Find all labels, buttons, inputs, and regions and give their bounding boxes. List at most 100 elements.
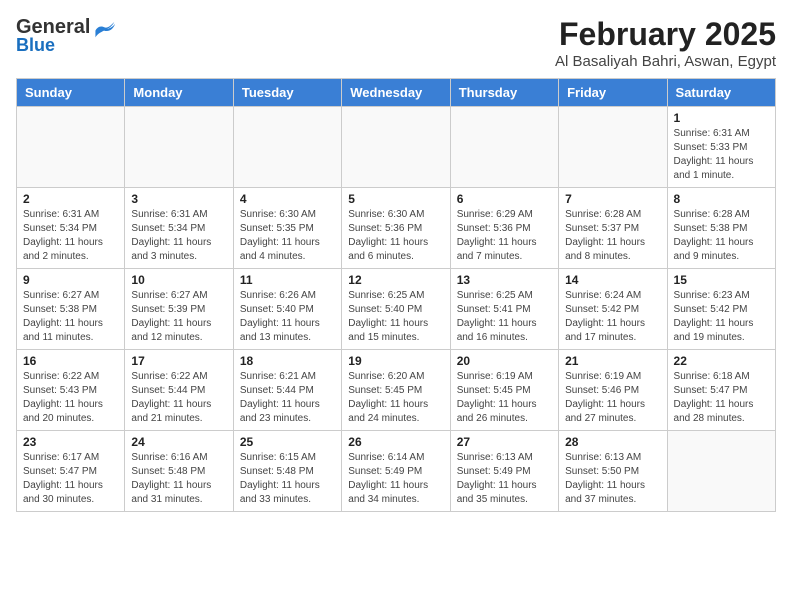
calendar-day-cell: 19 Sunrise: 6:20 AM Sunset: 5:45 PM Dayli… (342, 350, 450, 431)
calendar-week-row: 1 Sunrise: 6:31 AM Sunset: 5:33 PM Daylig… (17, 107, 776, 188)
day-info: Sunrise: 6:27 AM Sunset: 5:39 PM Dayligh… (131, 289, 226, 345)
day-info: Sunrise: 6:15 AM Sunset: 5:48 PM Dayligh… (240, 451, 335, 507)
calendar-day-cell (233, 107, 341, 188)
day-info: Sunrise: 6:31 AM Sunset: 5:34 PM Dayligh… (23, 208, 118, 264)
day-number: 12 (348, 273, 443, 287)
calendar-day-cell: 10 Sunrise: 6:27 AM Sunset: 5:39 PM Dayli… (125, 269, 233, 350)
day-info: Sunrise: 6:31 AM Sunset: 5:33 PM Dayligh… (674, 127, 769, 183)
calendar-day-cell (450, 107, 558, 188)
day-info: Sunrise: 6:30 AM Sunset: 5:36 PM Dayligh… (348, 208, 443, 264)
day-info: Sunrise: 6:21 AM Sunset: 5:44 PM Dayligh… (240, 370, 335, 426)
title-area: February 2025 Al Basaliyah Bahri, Aswan,… (555, 16, 776, 70)
calendar-day-cell: 4 Sunrise: 6:30 AM Sunset: 5:35 PM Daylig… (233, 188, 341, 269)
calendar-day-cell: 20 Sunrise: 6:19 AM Sunset: 5:45 PM Dayli… (450, 350, 558, 431)
day-number: 20 (457, 354, 552, 368)
day-number: 22 (674, 354, 769, 368)
calendar-subtitle: Al Basaliyah Bahri, Aswan, Egypt (555, 53, 776, 70)
day-number: 16 (23, 354, 118, 368)
day-number: 8 (674, 192, 769, 206)
day-info: Sunrise: 6:13 AM Sunset: 5:50 PM Dayligh… (565, 451, 660, 507)
calendar-day-cell: 15 Sunrise: 6:23 AM Sunset: 5:42 PM Dayli… (667, 269, 775, 350)
day-info: Sunrise: 6:14 AM Sunset: 5:49 PM Dayligh… (348, 451, 443, 507)
day-info: Sunrise: 6:19 AM Sunset: 5:46 PM Dayligh… (565, 370, 660, 426)
calendar-day-cell: 25 Sunrise: 6:15 AM Sunset: 5:48 PM Dayli… (233, 431, 341, 512)
day-number: 9 (23, 273, 118, 287)
day-info: Sunrise: 6:24 AM Sunset: 5:42 PM Dayligh… (565, 289, 660, 345)
calendar-day-cell: 28 Sunrise: 6:13 AM Sunset: 5:50 PM Dayli… (559, 431, 667, 512)
calendar-day-cell: 8 Sunrise: 6:28 AM Sunset: 5:38 PM Daylig… (667, 188, 775, 269)
calendar-day-cell (17, 107, 125, 188)
day-number: 10 (131, 273, 226, 287)
day-number: 26 (348, 435, 443, 449)
weekday-header-tuesday: Tuesday (233, 79, 341, 107)
day-info: Sunrise: 6:23 AM Sunset: 5:42 PM Dayligh… (674, 289, 769, 345)
calendar-day-cell: 23 Sunrise: 6:17 AM Sunset: 5:47 PM Dayli… (17, 431, 125, 512)
day-number: 11 (240, 273, 335, 287)
calendar-day-cell: 22 Sunrise: 6:18 AM Sunset: 5:47 PM Dayli… (667, 350, 775, 431)
day-number: 2 (23, 192, 118, 206)
calendar-week-row: 23 Sunrise: 6:17 AM Sunset: 5:47 PM Dayli… (17, 431, 776, 512)
weekday-header-friday: Friday (559, 79, 667, 107)
day-info: Sunrise: 6:25 AM Sunset: 5:40 PM Dayligh… (348, 289, 443, 345)
day-number: 24 (131, 435, 226, 449)
calendar-day-cell: 16 Sunrise: 6:22 AM Sunset: 5:43 PM Dayli… (17, 350, 125, 431)
day-info: Sunrise: 6:31 AM Sunset: 5:34 PM Dayligh… (131, 208, 226, 264)
day-number: 1 (674, 111, 769, 125)
day-number: 4 (240, 192, 335, 206)
day-number: 19 (348, 354, 443, 368)
day-info: Sunrise: 6:30 AM Sunset: 5:35 PM Dayligh… (240, 208, 335, 264)
calendar-day-cell: 3 Sunrise: 6:31 AM Sunset: 5:34 PM Daylig… (125, 188, 233, 269)
day-info: Sunrise: 6:22 AM Sunset: 5:44 PM Dayligh… (131, 370, 226, 426)
calendar-day-cell: 11Sunrise: 6:26 AM Sunset: 5:40 PM Dayli… (233, 269, 341, 350)
calendar-day-cell: 24 Sunrise: 6:16 AM Sunset: 5:48 PM Dayli… (125, 431, 233, 512)
calendar-day-cell (342, 107, 450, 188)
calendar-day-cell: 14 Sunrise: 6:24 AM Sunset: 5:42 PM Dayli… (559, 269, 667, 350)
calendar-day-cell: 6Sunrise: 6:29 AM Sunset: 5:36 PM Daylig… (450, 188, 558, 269)
day-number: 18 (240, 354, 335, 368)
day-number: 21 (565, 354, 660, 368)
weekday-header-sunday: Sunday (17, 79, 125, 107)
day-number: 13 (457, 273, 552, 287)
day-info: Sunrise: 6:18 AM Sunset: 5:47 PM Dayligh… (674, 370, 769, 426)
day-number: 27 (457, 435, 552, 449)
day-info: Sunrise: 6:17 AM Sunset: 5:47 PM Dayligh… (23, 451, 118, 507)
day-info: Sunrise: 6:28 AM Sunset: 5:38 PM Dayligh… (674, 208, 769, 264)
calendar-day-cell (559, 107, 667, 188)
day-info: Sunrise: 6:29 AM Sunset: 5:36 PM Dayligh… (457, 208, 552, 264)
day-number: 28 (565, 435, 660, 449)
calendar-header-row: SundayMondayTuesdayWednesdayThursdayFrid… (17, 79, 776, 107)
calendar-day-cell (125, 107, 233, 188)
day-number: 25 (240, 435, 335, 449)
calendar-day-cell (667, 431, 775, 512)
day-number: 5 (348, 192, 443, 206)
day-info: Sunrise: 6:20 AM Sunset: 5:45 PM Dayligh… (348, 370, 443, 426)
calendar-day-cell: 12 Sunrise: 6:25 AM Sunset: 5:40 PM Dayli… (342, 269, 450, 350)
calendar-table: SundayMondayTuesdayWednesdayThursdayFrid… (16, 78, 776, 512)
day-info: Sunrise: 6:16 AM Sunset: 5:48 PM Dayligh… (131, 451, 226, 507)
calendar-day-cell: 2 Sunrise: 6:31 AM Sunset: 5:34 PM Daylig… (17, 188, 125, 269)
calendar-day-cell: 7Sunrise: 6:28 AM Sunset: 5:37 PM Daylig… (559, 188, 667, 269)
calendar-title: February 2025 (555, 16, 776, 53)
header-area: General Blue February 2025 Al Basaliyah … (16, 16, 776, 70)
day-info: Sunrise: 6:22 AM Sunset: 5:43 PM Dayligh… (23, 370, 118, 426)
day-number: 14 (565, 273, 660, 287)
day-number: 3 (131, 192, 226, 206)
logo-blue-text: Blue (16, 35, 55, 56)
calendar-day-cell: 9 Sunrise: 6:27 AM Sunset: 5:38 PM Daylig… (17, 269, 125, 350)
weekday-header-saturday: Saturday (667, 79, 775, 107)
day-number: 23 (23, 435, 118, 449)
logo-bird-icon (92, 18, 116, 38)
calendar-day-cell: 27 Sunrise: 6:13 AM Sunset: 5:49 PM Dayli… (450, 431, 558, 512)
calendar-week-row: 9 Sunrise: 6:27 AM Sunset: 5:38 PM Daylig… (17, 269, 776, 350)
calendar-week-row: 16 Sunrise: 6:22 AM Sunset: 5:43 PM Dayli… (17, 350, 776, 431)
day-info: Sunrise: 6:19 AM Sunset: 5:45 PM Dayligh… (457, 370, 552, 426)
calendar-day-cell: 1 Sunrise: 6:31 AM Sunset: 5:33 PM Daylig… (667, 107, 775, 188)
calendar-day-cell: 26 Sunrise: 6:14 AM Sunset: 5:49 PM Dayli… (342, 431, 450, 512)
calendar-day-cell: 17 Sunrise: 6:22 AM Sunset: 5:44 PM Dayli… (125, 350, 233, 431)
calendar-week-row: 2 Sunrise: 6:31 AM Sunset: 5:34 PM Daylig… (17, 188, 776, 269)
day-number: 17 (131, 354, 226, 368)
day-info: Sunrise: 6:28 AM Sunset: 5:37 PM Dayligh… (565, 208, 660, 264)
day-info: Sunrise: 6:13 AM Sunset: 5:49 PM Dayligh… (457, 451, 552, 507)
day-info: Sunrise: 6:27 AM Sunset: 5:38 PM Dayligh… (23, 289, 118, 345)
day-number: 15 (674, 273, 769, 287)
